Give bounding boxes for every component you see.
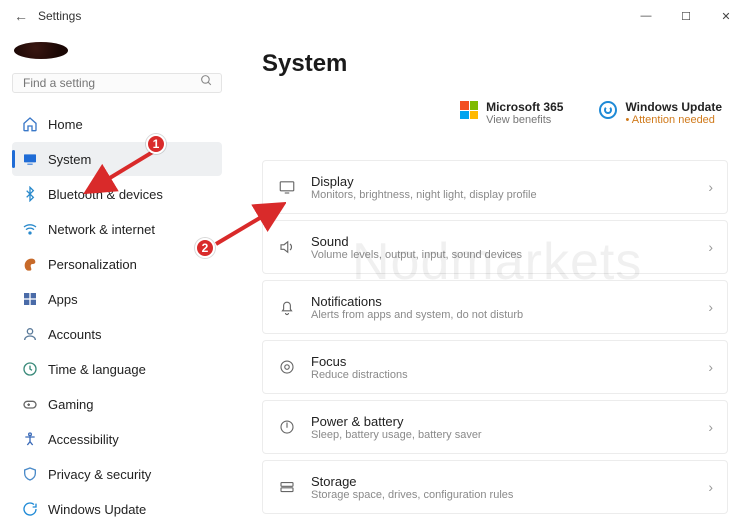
top-card-sub: View benefits — [486, 114, 563, 126]
sidebar-item-time-language[interactable]: Time & language — [12, 352, 222, 386]
card-title: Power & battery — [311, 414, 694, 429]
clock-icon — [22, 361, 38, 377]
sidebar-item-accessibility[interactable]: Accessibility — [12, 422, 222, 456]
card-sub: Alerts from apps and system, do not dist… — [311, 309, 694, 321]
card-title: Sound — [311, 234, 694, 249]
card-title: Notifications — [311, 294, 694, 309]
top-card-title: Microsoft 365 — [486, 100, 563, 114]
card-sub: Sleep, battery usage, battery saver — [311, 429, 694, 441]
settings-list: DisplayMonitors, brightness, night light… — [262, 160, 728, 514]
card-title: Focus — [311, 354, 694, 369]
sidebar-item-network[interactable]: Network & internet — [12, 212, 222, 246]
card-notifications[interactable]: NotificationsAlerts from apps and system… — [262, 280, 728, 334]
search-icon — [200, 74, 213, 92]
top-card-ms365[interactable]: Microsoft 365 View benefits — [460, 100, 563, 126]
microsoft-logo-icon — [460, 101, 478, 119]
home-icon — [22, 116, 38, 132]
power-icon — [277, 418, 297, 436]
sidebar-item-label: Personalization — [48, 257, 137, 272]
sidebar-item-label: Apps — [48, 292, 78, 307]
window-titlebar: ← Settings — ☐ ✕ — [0, 0, 750, 32]
window-title: Settings — [38, 9, 81, 23]
page-title: System — [262, 50, 728, 78]
top-card-title: Windows Update — [625, 100, 722, 114]
card-sound[interactable]: SoundVolume levels, output, input, sound… — [262, 220, 728, 274]
card-sub: Reduce distractions — [311, 369, 694, 381]
bluetooth-icon — [22, 186, 38, 202]
sidebar-item-label: Windows Update — [48, 502, 146, 517]
card-title: Storage — [311, 474, 694, 489]
sidebar-item-system[interactable]: System — [12, 142, 222, 176]
annotation-callout-2: 2 — [195, 238, 215, 258]
chevron-right-icon: › — [708, 359, 713, 375]
window-close-button[interactable]: ✕ — [706, 2, 746, 30]
sidebar-item-label: Accounts — [48, 327, 101, 342]
sidebar-item-home[interactable]: Home — [12, 107, 222, 141]
card-sub: Volume levels, output, input, sound devi… — [311, 249, 694, 261]
accessibility-icon — [22, 431, 38, 447]
card-power[interactable]: Power & batterySleep, battery usage, bat… — [262, 400, 728, 454]
user-avatar[interactable] — [14, 42, 68, 59]
sidebar-nav: Home System Bluetooth & devices Network … — [12, 107, 222, 526]
sidebar-item-label: Gaming — [48, 397, 94, 412]
sidebar-item-label: Network & internet — [48, 222, 155, 237]
sidebar-item-label: Accessibility — [48, 432, 119, 447]
sidebar-item-apps[interactable]: Apps — [12, 282, 222, 316]
sidebar-item-label: Time & language — [48, 362, 146, 377]
sidebar-item-label: Privacy & security — [48, 467, 151, 482]
windows-update-icon — [599, 101, 617, 119]
top-card-sub: • Attention needed — [625, 114, 722, 126]
apps-icon — [22, 291, 38, 307]
search-box[interactable] — [12, 73, 222, 93]
sidebar-item-windows-update[interactable]: Windows Update — [12, 492, 222, 526]
storage-icon — [277, 478, 297, 496]
sidebar: Home System Bluetooth & devices Network … — [0, 32, 232, 526]
chevron-right-icon: › — [708, 479, 713, 495]
chevron-right-icon: › — [708, 299, 713, 315]
back-button[interactable]: ← — [14, 8, 28, 24]
card-sub: Monitors, brightness, night light, displ… — [311, 189, 694, 201]
card-display[interactable]: DisplayMonitors, brightness, night light… — [262, 160, 728, 214]
top-card-windows-update[interactable]: Windows Update • Attention needed — [599, 100, 722, 126]
shield-icon — [22, 466, 38, 482]
card-focus[interactable]: FocusReduce distractions › — [262, 340, 728, 394]
gaming-icon — [22, 396, 38, 412]
person-icon — [22, 326, 38, 342]
sidebar-item-personalization[interactable]: Personalization — [12, 247, 222, 281]
chevron-right-icon: › — [708, 419, 713, 435]
update-icon — [22, 501, 38, 517]
sidebar-item-accounts[interactable]: Accounts — [12, 317, 222, 351]
main-content: Nodmarkets System Microsoft 365 View ben… — [232, 32, 750, 526]
paint-icon — [22, 256, 38, 272]
search-input[interactable] — [21, 75, 200, 91]
window-maximize-button[interactable]: ☐ — [666, 2, 706, 30]
sidebar-item-privacy[interactable]: Privacy & security — [12, 457, 222, 491]
sidebar-item-gaming[interactable]: Gaming — [12, 387, 222, 421]
window-minimize-button[interactable]: — — [626, 2, 666, 30]
wifi-icon — [22, 221, 38, 237]
sidebar-item-bluetooth[interactable]: Bluetooth & devices — [12, 177, 222, 211]
card-title: Display — [311, 174, 694, 189]
chevron-right-icon: › — [708, 179, 713, 195]
sidebar-item-label: Bluetooth & devices — [48, 187, 163, 202]
sidebar-item-label: Home — [48, 117, 83, 132]
bell-icon — [277, 298, 297, 316]
card-sub: Storage space, drives, configuration rul… — [311, 489, 694, 501]
focus-icon — [277, 358, 297, 376]
chevron-right-icon: › — [708, 239, 713, 255]
card-storage[interactable]: StorageStorage space, drives, configurat… — [262, 460, 728, 514]
sound-icon — [277, 238, 297, 256]
display-icon — [277, 178, 297, 196]
sidebar-item-label: System — [48, 152, 91, 167]
annotation-callout-1: 1 — [146, 134, 166, 154]
system-icon — [22, 151, 38, 167]
